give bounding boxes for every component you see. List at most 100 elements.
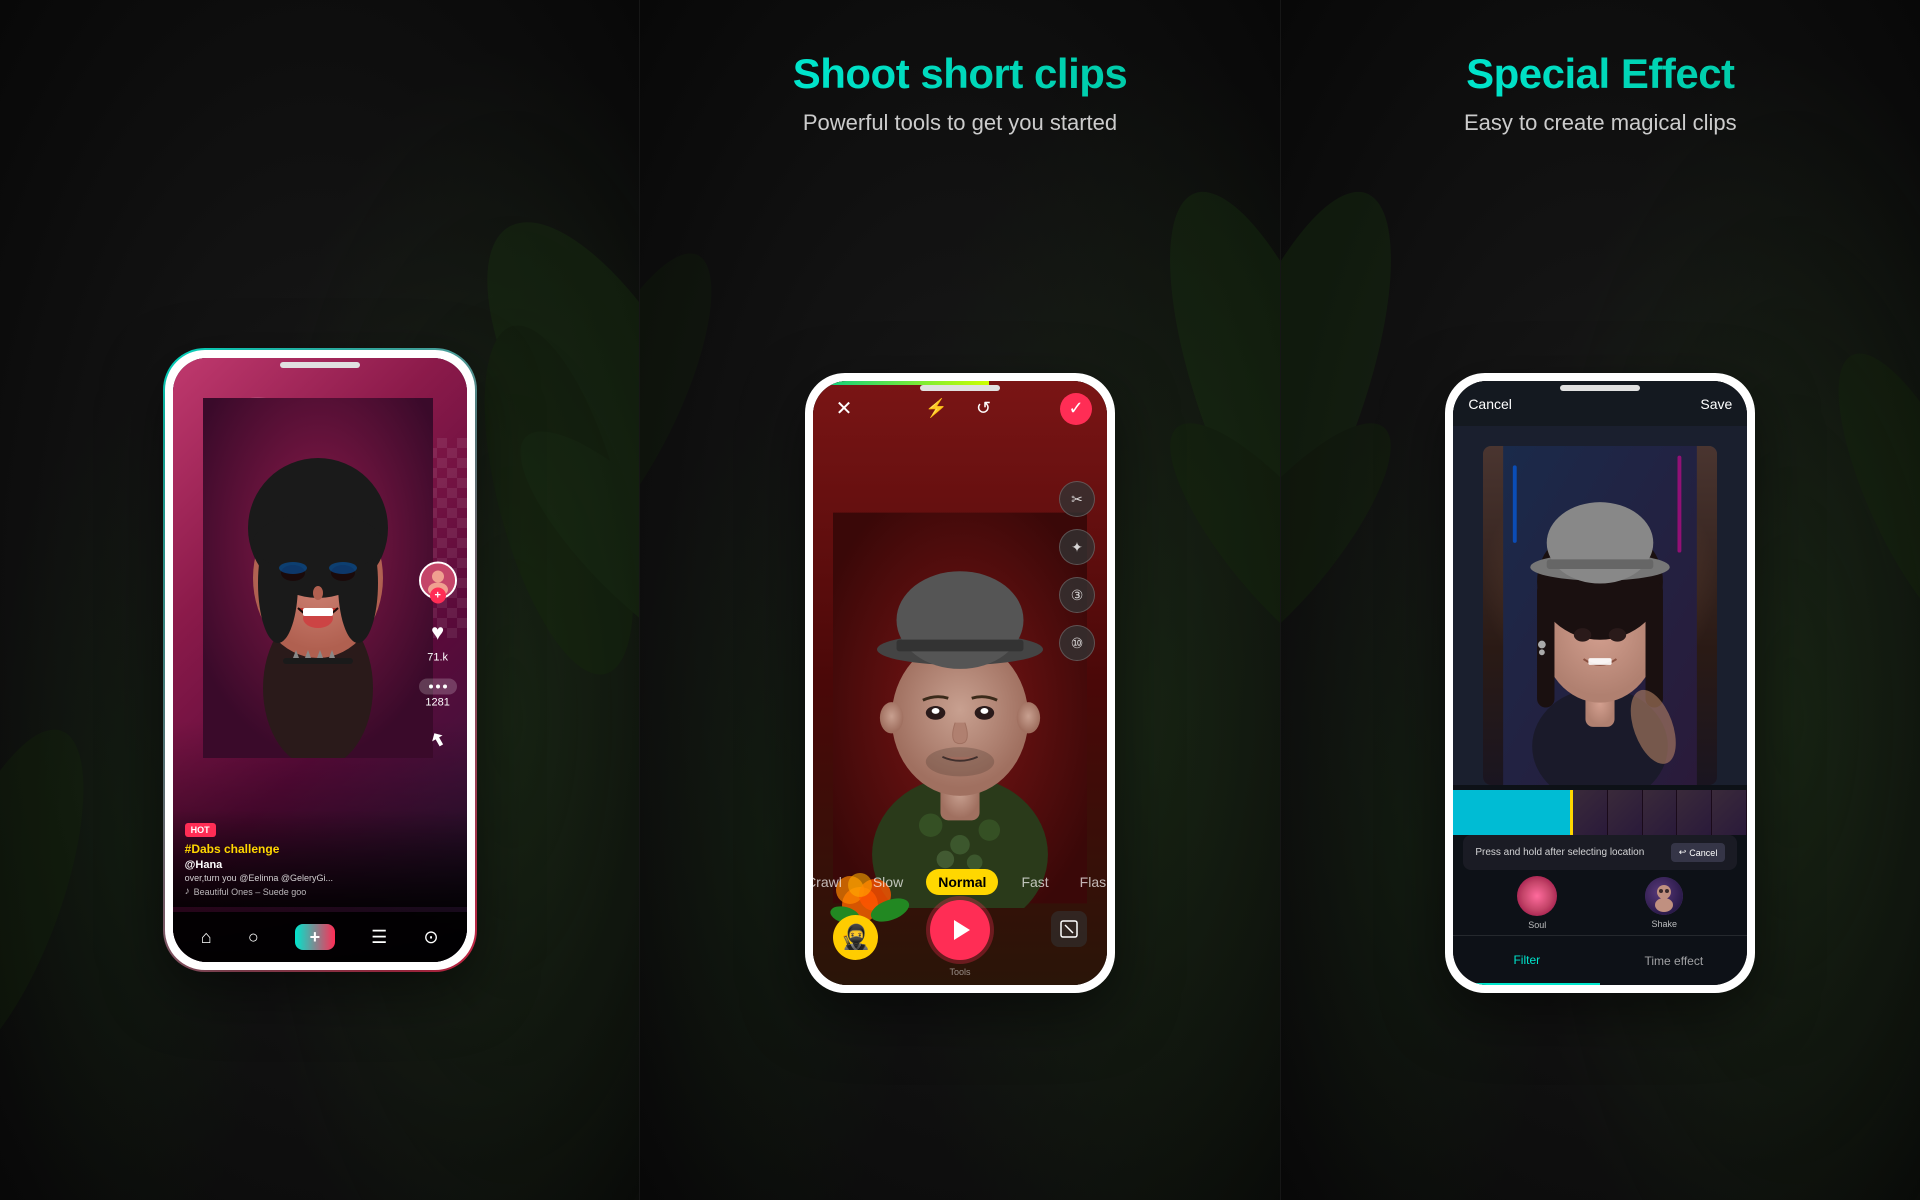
instruction-cancel-button[interactable]: ↩ Cancel — [1671, 843, 1726, 862]
panel-2-header: Shoot short clips Powerful tools to get … — [773, 0, 1148, 166]
speed-slow[interactable]: Slow — [865, 869, 911, 895]
challenge-tag[interactable]: #Dabs challenge — [185, 842, 455, 856]
close-button[interactable]: ✕ — [828, 393, 860, 425]
dot-2 — [436, 685, 440, 689]
camera-top-actions: ⚡ ↺ — [920, 393, 999, 425]
speed-flash[interactable]: Flash — [1072, 869, 1107, 895]
music-info: ♪ Beautiful Ones – Suede goo — [185, 886, 455, 897]
timer-3-button[interactable]: ③ — [1059, 577, 1095, 613]
camera-screen: ✕ ⚡ ↺ ✓ — [813, 381, 1107, 985]
delete-icon — [1060, 920, 1078, 938]
comment-button[interactable] — [419, 679, 457, 695]
effects-row: Soul — [1453, 875, 1747, 930]
beauty-button[interactable]: ✦ — [1059, 529, 1095, 565]
panel-social-feed: GIRL — [0, 0, 639, 1200]
instruction-cancel-label: Cancel — [1689, 848, 1717, 858]
nav-profile-icon[interactable]: ⊙ — [423, 927, 438, 948]
camera-top-bar: ✕ ⚡ ↺ ✓ — [813, 386, 1107, 431]
hot-badge: HOT — [185, 823, 216, 837]
nav-inbox-icon[interactable]: ☰ — [371, 927, 387, 948]
dot-3 — [443, 685, 447, 689]
phone-3-container: Cancel Save — [1445, 373, 1755, 993]
phone-3-wrapper: Cancel Save — [1445, 166, 1755, 1200]
phone-2: ✕ ⚡ ↺ ✓ — [805, 373, 1115, 993]
phone-2-screen: ✕ ⚡ ↺ ✓ — [813, 381, 1107, 985]
panel-2-title: Shoot short clips — [793, 50, 1128, 98]
flash-icon[interactable]: ⚡ — [920, 393, 952, 425]
confirm-button[interactable]: ✓ — [1060, 393, 1092, 425]
thumb-5 — [1712, 790, 1747, 835]
thumb-1 — [1573, 790, 1608, 835]
timeline-cyan-section — [1453, 790, 1569, 835]
shake-effect-circle — [1645, 877, 1683, 915]
effect-shake[interactable]: Shake — [1645, 877, 1683, 929]
speed-crawl[interactable]: Crawl — [813, 869, 850, 895]
phone-3: Cancel Save — [1445, 373, 1755, 993]
instruction-bar: Press and hold after selecting location … — [1463, 835, 1737, 870]
feed-screen: GIRL — [173, 358, 467, 962]
timeline — [1453, 790, 1747, 835]
like-count: 71.k — [427, 652, 448, 664]
phone-2-container: ✕ ⚡ ↺ ✓ — [805, 373, 1115, 993]
thumb-4 — [1677, 790, 1712, 835]
music-title: Beautiful Ones – Suede goo — [194, 887, 307, 897]
record-button[interactable] — [930, 900, 990, 960]
phone-3-screen: Cancel Save — [1453, 381, 1747, 985]
woman-svg — [1483, 446, 1717, 785]
username[interactable]: @Hana — [185, 859, 455, 871]
soul-effect-label: Soul — [1528, 920, 1546, 930]
share-button[interactable] — [420, 724, 455, 759]
speed-normal[interactable]: Normal — [926, 869, 998, 895]
cancel-button[interactable]: Cancel — [1468, 396, 1512, 412]
phone-1-container: GIRL — [165, 350, 475, 970]
time-effect-tab[interactable]: Time effect — [1600, 936, 1747, 985]
follow-plus-icon[interactable]: + — [430, 588, 446, 604]
bottom-nav: ⌂ ○ + ☰ ⊙ — [173, 912, 467, 962]
camera-controls: ✂ ✦ ③ ⑩ — [1059, 481, 1095, 661]
dot-1 — [429, 685, 433, 689]
speed-fast[interactable]: Fast — [1013, 869, 1056, 895]
panel-3-title: Special Effect — [1464, 50, 1737, 98]
cancel-arrow-icon: ↩ — [1679, 847, 1687, 858]
panel-effects: Special Effect Easy to create magical cl… — [1281, 0, 1920, 1200]
phone-1-notch — [280, 362, 360, 368]
soul-effect-circle — [1517, 876, 1557, 916]
feed-actions: + ♥ 71.k — [419, 562, 457, 759]
speed-selector: Crawl Slow Normal Fast Flash — [813, 869, 1107, 895]
woman-preview — [1483, 446, 1717, 785]
effect-tabs: Filter Time effect — [1453, 935, 1747, 985]
shake-effect-label: Shake — [1652, 919, 1678, 929]
effect-screen: Cancel Save — [1453, 381, 1747, 985]
girl-svg — [203, 398, 433, 758]
nav-add-button[interactable]: + — [295, 924, 335, 950]
thumb-2 — [1608, 790, 1643, 835]
save-button[interactable]: Save — [1700, 396, 1732, 412]
flip-camera-icon[interactable]: ↺ — [967, 393, 999, 425]
sticker-icon[interactable]: 🥷 — [833, 915, 878, 960]
delete-button[interactable] — [1051, 911, 1087, 947]
nav-search-icon[interactable]: ○ — [248, 927, 259, 948]
thumb-3 — [1643, 790, 1678, 835]
tools-label: Tools — [949, 967, 970, 977]
comment-count: 1281 — [425, 697, 449, 709]
instruction-text: Press and hold after selecting location — [1475, 847, 1644, 858]
feed-description: over,turn you @Eelinna @GeleryGi... — [185, 873, 455, 883]
shake-icon — [1645, 877, 1683, 915]
scissors-button[interactable]: ✂ — [1059, 481, 1095, 517]
phone-3-notch — [1560, 385, 1640, 391]
timer-10-button[interactable]: ⑩ — [1059, 625, 1095, 661]
record-icon — [946, 916, 974, 944]
filter-tab[interactable]: Filter — [1453, 936, 1600, 985]
nav-home-icon[interactable]: ⌂ — [201, 927, 212, 948]
like-button[interactable]: ♥ — [420, 615, 455, 650]
user-avatar[interactable]: + — [419, 562, 457, 600]
panel-camera: Shoot short clips Powerful tools to get … — [640, 0, 1279, 1200]
music-note-icon: ♪ — [185, 886, 190, 897]
video-preview — [1453, 426, 1747, 785]
phone-2-wrapper: ✕ ⚡ ↺ ✓ — [805, 166, 1115, 1200]
phone-1-wrapper: GIRL — [165, 120, 475, 1200]
timeline-thumbnails — [1573, 790, 1748, 835]
panel-2-subtitle: Powerful tools to get you started — [793, 110, 1128, 136]
phone-1-screen: GIRL — [173, 358, 467, 962]
effect-soul[interactable]: Soul — [1517, 876, 1557, 930]
